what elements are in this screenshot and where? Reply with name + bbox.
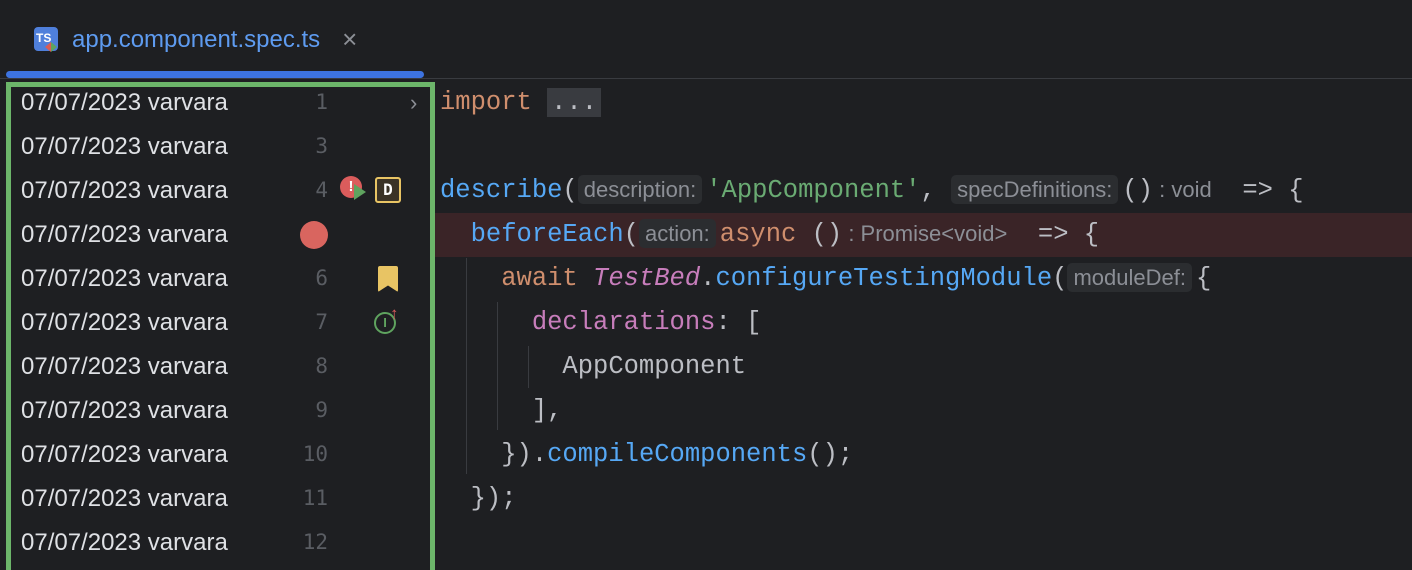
- code-line[interactable]: }).compileComponents();: [440, 440, 853, 469]
- annotations-gutter-highlight: [6, 82, 435, 570]
- code-line[interactable]: await TestBed.configureTestingModule(mod…: [440, 263, 1212, 293]
- code-token: }).: [440, 440, 548, 469]
- code-line[interactable]: import ...: [440, 88, 602, 117]
- code-token: beforeEach: [470, 220, 624, 249]
- tab-label: app.component.spec.ts: [72, 25, 321, 53]
- indent-guide: [497, 302, 498, 430]
- indent-guide: [466, 258, 467, 474]
- editor-line[interactable]: 07/07/2023 varvara beforeEach(action: asy…: [21, 213, 1412, 257]
- code-line[interactable]: AppComponent: [440, 352, 746, 381]
- code-token: : [: [715, 308, 762, 337]
- parameter-hint: action:: [638, 219, 716, 248]
- code-line[interactable]: ],: [440, 396, 563, 425]
- code-token: : Promise<void>: [842, 221, 1008, 246]
- code-token: compileComponents: [547, 440, 808, 469]
- tab-app-component-spec[interactable]: TS app.component.spec.ts ×: [6, 0, 424, 79]
- code-token: async: [719, 220, 797, 249]
- code-token: (): [1122, 176, 1154, 205]
- editor-tab-bar: TS app.component.spec.ts ×: [0, 0, 1412, 79]
- code-token: configureTestingModule: [715, 264, 1053, 293]
- fold-chevron-icon[interactable]: ›: [410, 90, 417, 116]
- implemented-arrow-icon: ↑: [390, 304, 399, 323]
- code-token: => {: [1211, 176, 1304, 205]
- code-token: .: [700, 264, 716, 293]
- breakpoint-icon[interactable]: [300, 221, 328, 249]
- code-token: await: [501, 264, 594, 293]
- code-token: 'AppComponent': [706, 176, 921, 205]
- code-token: (): [796, 220, 843, 249]
- code-line[interactable]: });: [440, 484, 517, 513]
- code-token: declarations: [531, 308, 716, 337]
- code-token: ,: [920, 176, 952, 205]
- indent-guide: [528, 346, 529, 388]
- code-token: => {: [1007, 220, 1100, 249]
- code-token: ();: [807, 440, 854, 469]
- folded-imports[interactable]: ...: [547, 88, 602, 117]
- typescript-test-file-icon: TS: [34, 26, 58, 52]
- code-token: {: [1195, 264, 1212, 293]
- active-tab-indicator: [6, 71, 424, 78]
- parameter-hint: specDefinitions:: [951, 175, 1119, 204]
- code-line[interactable]: beforeEach(action: async () : Promise<voi…: [440, 219, 1100, 249]
- code-token: describe: [440, 176, 563, 205]
- code-token: ],: [440, 396, 563, 425]
- code-token: (: [1052, 264, 1068, 293]
- parameter-hint: moduleDef:: [1067, 263, 1192, 292]
- bookmark-mnemonic-icon[interactable]: D: [375, 177, 401, 203]
- parameter-hint: description:: [577, 175, 703, 204]
- code-line[interactable]: describe(description: 'AppComponent', spe…: [440, 175, 1304, 205]
- code-token: : void: [1153, 177, 1212, 202]
- code-token: TestBed: [593, 264, 701, 293]
- code-token: (: [562, 176, 578, 205]
- run-test-icon[interactable]: [354, 184, 366, 200]
- code-token: });: [440, 484, 517, 513]
- code-token: (: [623, 220, 639, 249]
- close-tab-icon[interactable]: ×: [342, 24, 357, 55]
- code-token: AppComponent: [440, 352, 747, 381]
- code-token: import: [440, 88, 548, 117]
- code-line[interactable]: declarations: [: [440, 308, 762, 337]
